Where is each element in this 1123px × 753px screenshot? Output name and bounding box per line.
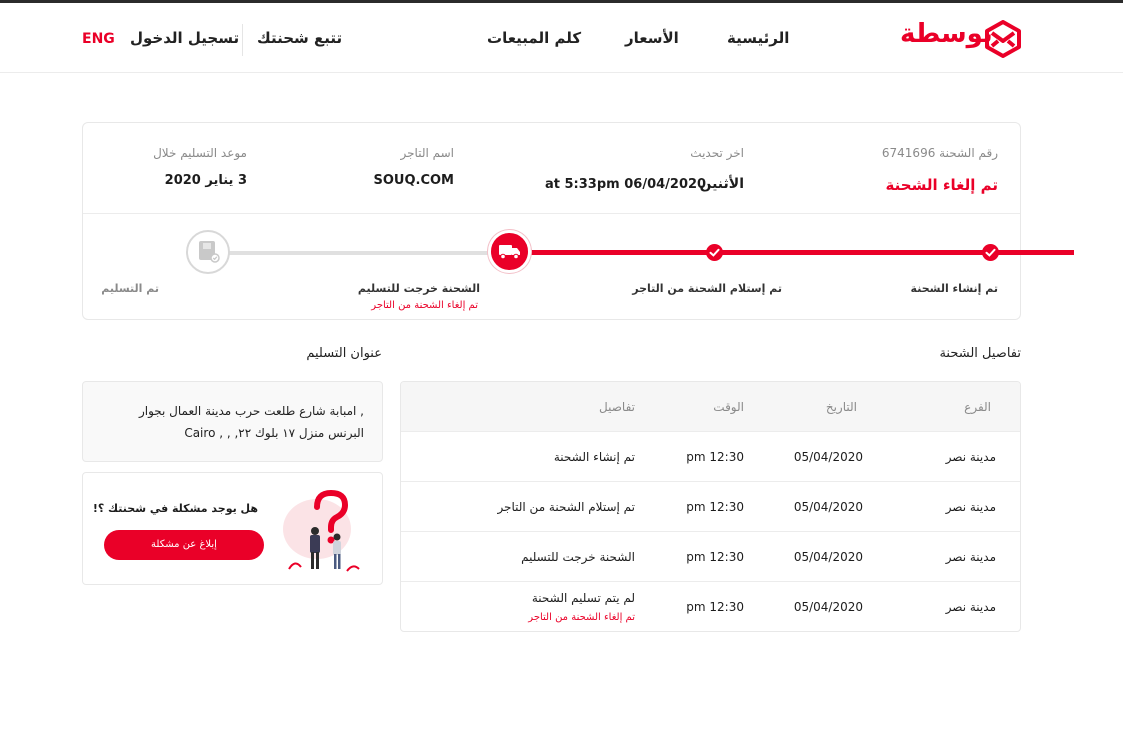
report-problem-card: هل يوجد مشكلة في شحنتك ؟! إبلاغ عن مشكلة — [82, 472, 383, 585]
logo-icon — [985, 20, 1021, 58]
nav-prices[interactable]: الأسعار — [625, 29, 679, 47]
table-row: مدينة نصر 05/04/2020 12:30 pm الشحنة خرج… — [401, 532, 1020, 582]
cell-branch: مدينة نصر — [945, 450, 996, 464]
last-update-value: at 5:33pm 06/04/2020 — [545, 177, 707, 192]
cell-branch: مدينة نصر — [945, 500, 996, 514]
merchant-value: SOUQ.COM — [373, 173, 455, 188]
card-divider — [83, 213, 1020, 214]
cell-details: تم إستلام الشحنة من التاجر — [497, 500, 635, 514]
nav-sales[interactable]: كلم المبيعات — [487, 29, 581, 47]
language-switch[interactable]: ENG — [82, 31, 115, 47]
step-label-created: تم إنشاء الشحنة — [910, 282, 998, 295]
shipment-summary-card: رقم الشحنة 6741696 تم إلغاء الشحنة اخر ت… — [82, 122, 1074, 320]
cell-time: 12:30 pm — [686, 600, 744, 614]
nav-divider — [242, 24, 243, 56]
cell-date: 05/04/2020 — [793, 450, 863, 464]
report-problem-button[interactable]: إبلاغ عن مشكلة — [104, 530, 264, 560]
cell-time: 12:30 pm — [686, 500, 744, 514]
last-update-day: الأثنين — [699, 176, 744, 192]
header-details: تفاصيل — [599, 400, 635, 414]
shipment-details-table: الفرع التاريخ الوقت تفاصيل مدينة نصر 05/… — [400, 381, 1021, 632]
step-created-check-icon — [982, 244, 999, 261]
cell-branch: مدينة نصر — [945, 600, 996, 614]
delivery-window-label: موعد التسليم خلال — [153, 146, 247, 160]
delivery-address-box: , امبابة شارع طلعت حرب مدينة العمال بجوا… — [82, 381, 383, 462]
cell-date: 05/04/2020 — [793, 550, 863, 564]
header-branch: الفرع — [964, 400, 991, 414]
step-label-out-for-delivery: الشحنة خرجت للتسليم — [357, 282, 480, 295]
brand-logo[interactable]: بوسطة — [900, 17, 1022, 59]
cell-details: تم إنشاء الشحنة — [553, 450, 635, 464]
delivery-window-value: 3 يناير 2020 — [164, 173, 247, 188]
problem-illustration-icon — [283, 489, 360, 572]
brand-name: بوسطة — [900, 19, 993, 49]
step-label-received: تم إستلام الشحنة من التاجر — [632, 282, 782, 295]
cell-time: 12:30 pm — [686, 450, 744, 464]
delivery-address-text: , امبابة شارع طلعت حرب مدينة العمال بجوا… — [138, 404, 364, 440]
header-date: التاريخ — [825, 400, 857, 414]
cell-details-sub: تم إلغاء الشحنة من التاجر — [528, 612, 635, 623]
cell-details: لم يتم تسليم الشحنة — [531, 591, 635, 605]
cell-date: 05/04/2020 — [793, 500, 863, 514]
cell-date: 05/04/2020 — [793, 600, 863, 614]
table-row: مدينة نصر 05/04/2020 12:30 pm لم يتم تسل… — [401, 582, 1020, 631]
shipment-status: تم إلغاء الشحنة — [885, 176, 998, 194]
cell-details: الشحنة خرجت للتسليم — [521, 550, 635, 564]
table-header: الفرع التاريخ الوقت تفاصيل — [401, 382, 1020, 432]
header-time: الوقت — [713, 400, 744, 414]
shipment-details-title: تفاصيل الشحنة — [939, 346, 1021, 361]
step-out-for-delivery-truck-icon — [488, 230, 531, 273]
shipment-number-label: رقم الشحنة 6741696 — [881, 146, 998, 160]
merchant-label: اسم التاجر — [400, 146, 455, 160]
site-header: بوسطة الرئيسية الأسعار كلم المبيعات تتبع… — [0, 3, 1123, 73]
step-delivered-box-icon — [186, 230, 230, 274]
nav-home[interactable]: الرئيسية — [727, 29, 789, 47]
step-label-delivered: تم التسليم — [101, 282, 159, 295]
problem-question: هل يوجد مشكلة في شحنتك ؟! — [92, 502, 258, 515]
cell-branch: مدينة نصر — [945, 550, 996, 564]
table-row: مدينة نصر 05/04/2020 12:30 pm تم إستلام … — [401, 482, 1020, 532]
table-row: مدينة نصر 05/04/2020 12:30 pm تم إنشاء ا… — [401, 432, 1020, 482]
progress-track-pending — [208, 251, 510, 255]
step-sublabel-cancelled: تم إلغاء الشحنة من التاجر — [371, 300, 478, 311]
last-update-label: اخر تحديث — [690, 146, 744, 160]
nav-track-shipment[interactable]: تتبع شحنتك — [257, 29, 342, 47]
step-received-check-icon — [706, 244, 723, 261]
nav-login[interactable]: تسجيل الدخول — [130, 29, 239, 47]
delivery-address-title: عنوان التسليم — [306, 346, 382, 361]
cell-time: 12:30 pm — [686, 550, 744, 564]
